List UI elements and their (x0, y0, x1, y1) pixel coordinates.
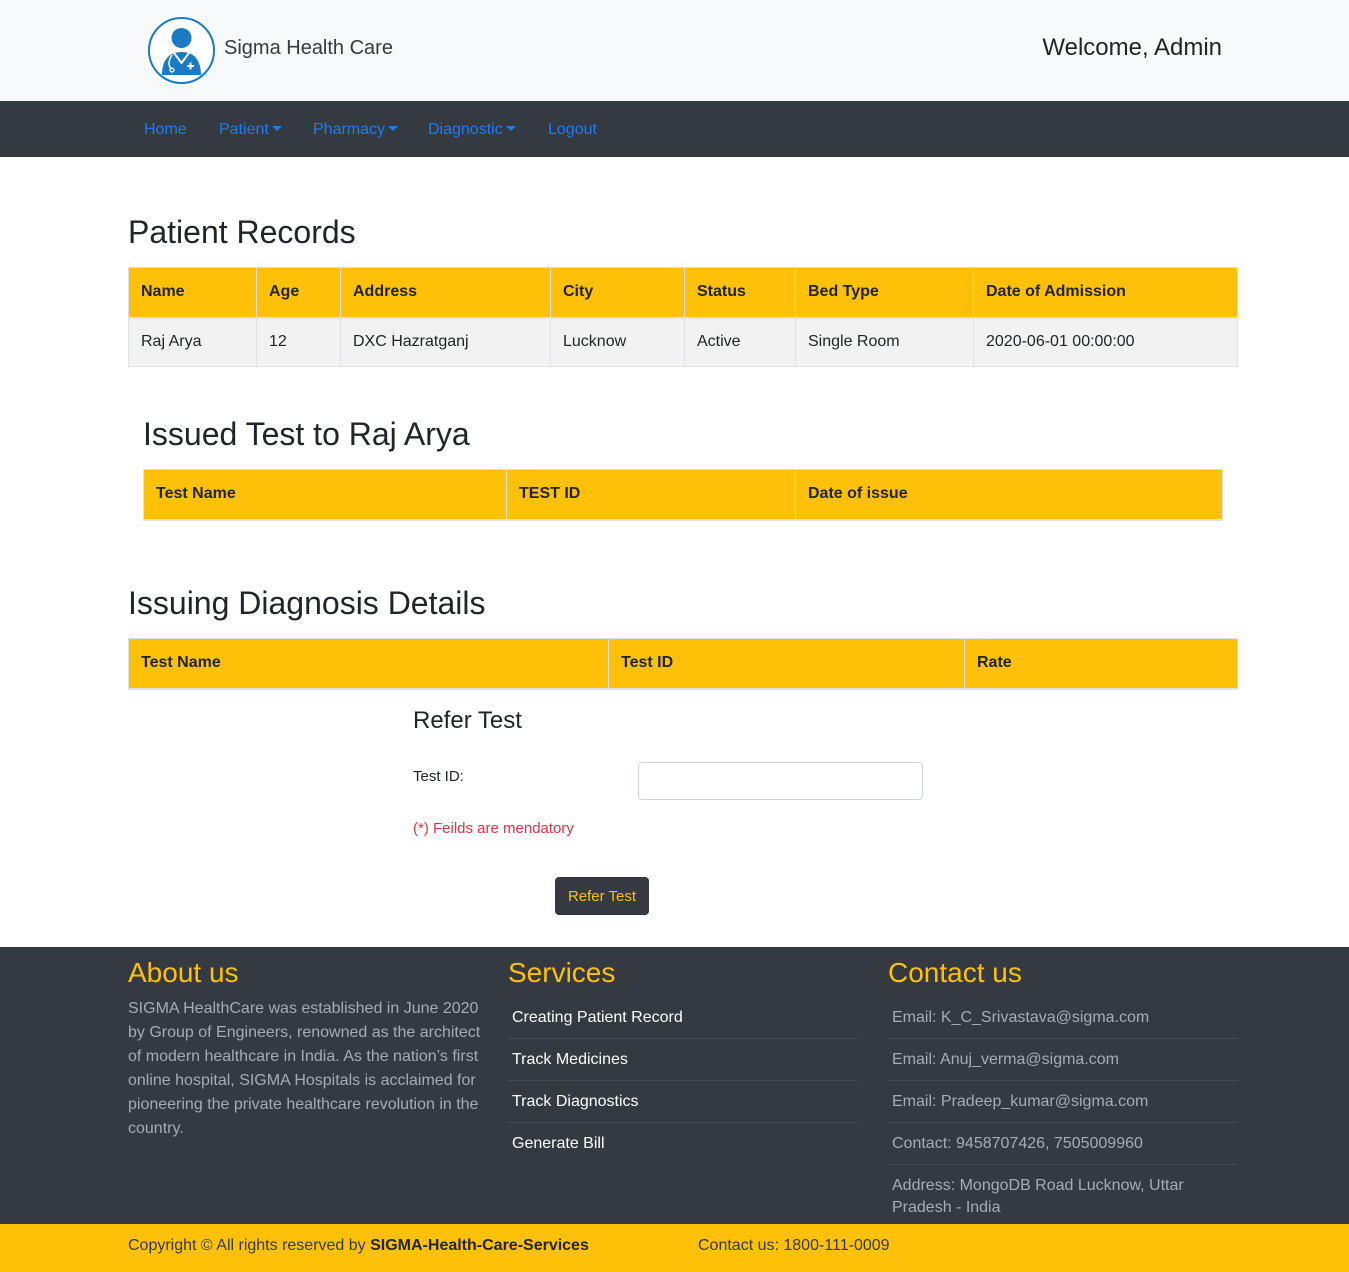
cell-bed-type: Single Room (795, 317, 974, 367)
caret-down-icon (505, 126, 516, 131)
contact-us-heading: Contact us (888, 957, 1022, 988)
table-header-row: Test Name Test ID Rate (128, 638, 1238, 690)
test-id-input[interactable] (638, 762, 923, 800)
contact-email: Email: K_C_Srivastava@sigma.com (888, 997, 1238, 1039)
nav-diagnostic-label: Diagnostic (428, 121, 503, 138)
bottom-contact: Contact us: 1800-111-0009 (698, 1237, 890, 1254)
cell-address: DXC Hazratganj (340, 317, 551, 367)
table-header-row: Name Age Address City Status Bed Type Da… (128, 267, 1238, 319)
copyright-brand: SIGMA-Health-Care-Services (370, 1237, 589, 1254)
cell-status: Active (684, 317, 796, 367)
column-header: Test Name (128, 638, 609, 690)
nav-pharmacy-dropdown[interactable]: Pharmacy (313, 121, 399, 139)
brand-name: Sigma Health Care (224, 37, 393, 59)
column-header: Address (340, 267, 551, 319)
column-header: Name (128, 267, 257, 319)
doctor-logo-icon (148, 17, 215, 84)
column-header: City (550, 267, 685, 319)
main-navbar: Home Patient Pharmacy Diagnostic Logout (0, 101, 1349, 157)
cell-city: Lucknow (550, 317, 685, 367)
refer-test-heading: Refer Test (413, 707, 522, 734)
column-header: TEST ID (506, 469, 796, 521)
caret-down-icon (271, 126, 282, 131)
column-header: Rate (964, 638, 1238, 690)
cell-admission-date: 2020-06-01 00:00:00 (973, 317, 1238, 367)
copyright-text: Copyright © All rights reserved by SIGMA… (128, 1237, 589, 1255)
contact-address: Address: MongoDB Road Lucknow, Uttar Pra… (892, 1177, 1184, 1216)
issuing-diagnosis-table: Test Name Test ID Rate (128, 638, 1238, 690)
services-list: Creating Patient Record Track Medicines … (508, 997, 858, 1164)
cell-name: Raj Arya (128, 317, 257, 367)
nav-diagnostic-dropdown[interactable]: Diagnostic (428, 121, 516, 139)
service-item-medicines[interactable]: Track Medicines (508, 1039, 858, 1081)
contact-email: Email: Anuj_verma@sigma.com (888, 1039, 1238, 1081)
issuing-diagnosis-title: Issuing Diagnosis Details (128, 585, 486, 621)
nav-logout-link[interactable]: Logout (548, 121, 597, 139)
column-header: Date of Admission (973, 267, 1238, 319)
about-us-text: SIGMA HealthCare was established in June… (128, 1000, 481, 1137)
column-header: Bed Type (795, 267, 974, 319)
nav-home-link[interactable]: Home (144, 121, 187, 139)
nav-pharmacy-label: Pharmacy (313, 121, 386, 138)
column-header: Test ID (608, 638, 965, 690)
copyright-bar: Copyright © All rights reserved by SIGMA… (0, 1224, 1349, 1272)
nav-patient-label: Patient (219, 121, 269, 138)
contact-list: Email: K_C_Srivastava@sigma.com Email: A… (888, 997, 1238, 1228)
top-header: Sigma Health Care Welcome, Admin (0, 0, 1349, 101)
footer: About us SIGMA HealthCare was establishe… (0, 947, 1349, 1224)
table-header-row: Test Name TEST ID Date of issue (143, 469, 1223, 521)
issued-tests-table: Test Name TEST ID Date of issue (143, 469, 1223, 521)
service-item-diagnostics[interactable]: Track Diagnostics (508, 1081, 858, 1123)
mandatory-note: (*) Feilds are mendatory (413, 820, 574, 837)
column-header: Test Name (143, 469, 507, 521)
table-row: Raj Arya 12 DXC Hazratganj Lucknow Activ… (128, 317, 1238, 367)
contact-phone: Contact: 9458707426, 7505009960 (888, 1123, 1238, 1165)
patient-records-title: Patient Records (128, 214, 356, 250)
service-item-bill[interactable]: Generate Bill (508, 1123, 858, 1164)
column-header: Date of issue (795, 469, 1223, 521)
patient-records-table: Name Age Address City Status Bed Type Da… (128, 267, 1238, 367)
service-item-patient-record[interactable]: Creating Patient Record (508, 997, 858, 1039)
cell-age: 12 (256, 317, 341, 367)
welcome-message: Welcome, Admin (1042, 34, 1222, 61)
contact-email: Email: Pradeep_kumar@sigma.com (888, 1081, 1238, 1123)
services-heading: Services (508, 957, 616, 988)
issued-tests-title: Issued Test to Raj Arya (143, 416, 470, 452)
about-us-heading: About us (128, 957, 239, 988)
caret-down-icon (388, 126, 399, 131)
column-header: Status (684, 267, 796, 319)
refer-test-button[interactable]: Refer Test (555, 877, 649, 915)
column-header: Age (256, 267, 341, 319)
copyright-prefix: Copyright © All rights reserved by (128, 1237, 371, 1254)
nav-patient-dropdown[interactable]: Patient (219, 121, 282, 139)
test-id-label: Test ID: (413, 768, 464, 785)
